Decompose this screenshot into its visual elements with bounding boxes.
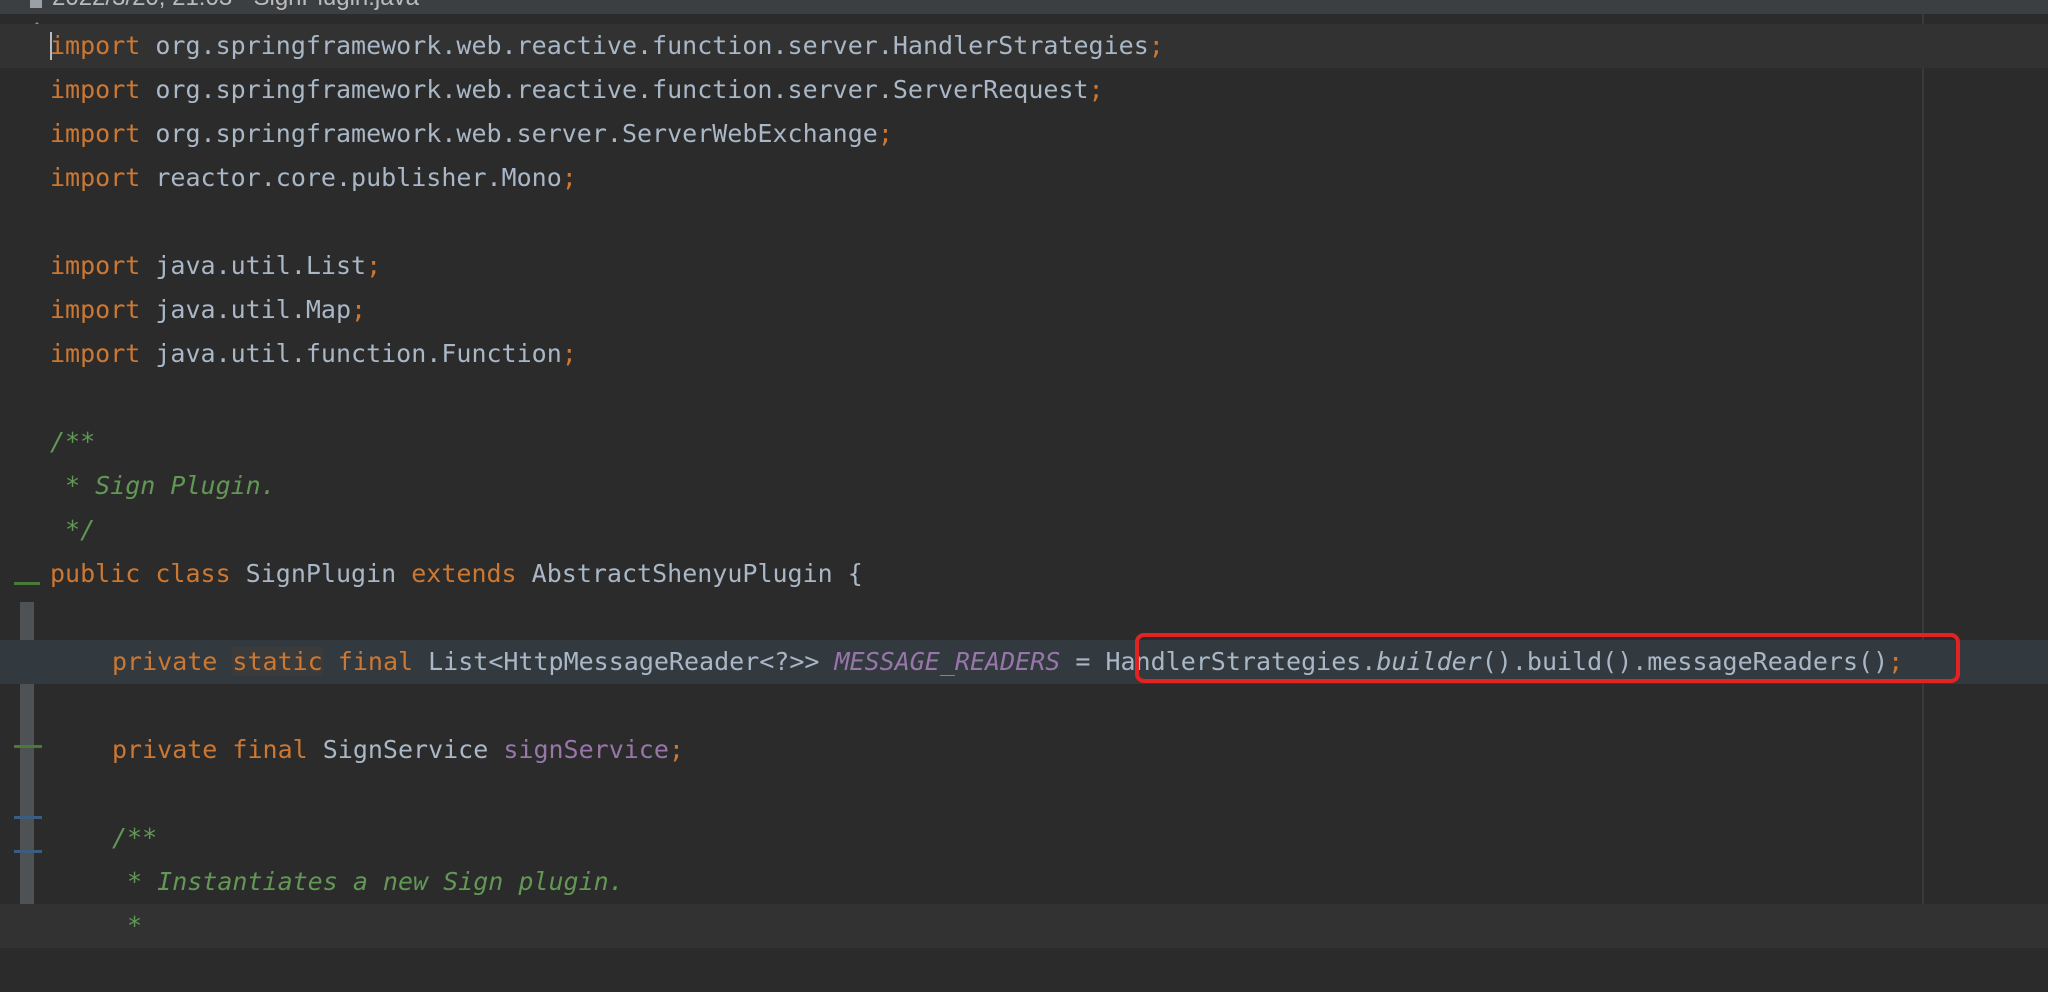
import-path: reactor.core.publisher.Mono [140,163,562,192]
keyword: import [50,251,141,280]
keyword: import [50,295,141,324]
code-line[interactable]: import java.util.function.Function; [0,332,2048,376]
highlight-annotation-box [1135,633,1960,683]
semicolon: ; [1088,75,1104,104]
keyword: public [50,559,141,588]
constant-name: MESSAGE_READERS [834,647,1061,676]
import-path: java.util.Map [140,295,352,324]
import-path: java.util.List [140,251,367,280]
field-type: List<HttpMessageReader<?>> [413,647,835,676]
keyword: final [217,735,308,764]
parent-class: AbstractShenyuPlugin { [516,559,863,588]
code-line[interactable]: import org.springframework.web.reactive.… [0,24,2048,68]
code-line[interactable]: /** [0,420,2048,464]
code-line[interactable]: private final SignService signService; [0,728,2048,772]
keyword: private [112,647,218,676]
semicolon: ; [351,295,367,324]
code-line[interactable]: * Sign Plugin. [0,464,2048,508]
javadoc-text: * [112,911,143,940]
import-path: org.springframework.web.reactive.functio… [140,75,1089,104]
javadoc-open: /** [50,427,96,456]
semicolon: ; [561,163,577,192]
code-line[interactable]: import reactor.core.publisher.Mono; [0,156,2048,200]
code-line[interactable]: * [0,904,2048,948]
code-line[interactable]: import org.springframework.web.reactive.… [0,68,2048,112]
javadoc-text: * Sign Plugin. [50,471,276,500]
semicolon: ; [668,735,684,764]
keyword: import [50,339,141,368]
field-type: SignService [307,735,504,764]
code-line[interactable]: import org.springframework.web.server.Se… [0,112,2048,156]
javadoc-text: * Instantiates a new Sign plugin. [112,867,624,896]
semicolon: ; [1148,31,1164,60]
keyword: class [140,559,231,588]
keyword: private [112,735,218,764]
import-path: org.springframework.web.reactive.functio… [140,31,1149,60]
code-line[interactable]: */ [0,508,2048,552]
javadoc-open: /** [112,823,158,852]
file-history-header: 2022/3/20, 21:03 - SignPlugin.java [0,0,2048,14]
file-history-label: 2022/3/20, 21:03 - SignPlugin.java [52,0,419,12]
keyword: extends [396,559,517,588]
semicolon: ; [561,339,577,368]
code-line[interactable]: import java.util.Map; [0,288,2048,332]
keyword: import [50,31,141,60]
javadoc-close: */ [50,515,96,544]
field-name: signService [503,735,669,764]
file-icon [30,0,42,8]
import-path: org.springframework.web.server.ServerWeb… [140,119,878,148]
code-line[interactable]: import java.util.List; [0,244,2048,288]
assign-operator: = [1060,647,1106,676]
semicolon: ; [366,251,382,280]
keyword: import [50,119,141,148]
import-path: java.util.function.Function [140,339,562,368]
text-cursor [50,32,52,60]
code-line[interactable]: /** [0,816,2048,860]
keyword: final [337,647,414,676]
semicolon: ; [877,119,893,148]
keyword: import [50,75,141,104]
code-line[interactable]: public class SignPlugin extends Abstract… [0,552,2048,596]
keyword-static: static [232,647,323,676]
keyword: import [50,163,141,192]
class-name: SignPlugin [230,559,397,588]
code-line[interactable]: * Instantiates a new Sign plugin. [0,860,2048,904]
